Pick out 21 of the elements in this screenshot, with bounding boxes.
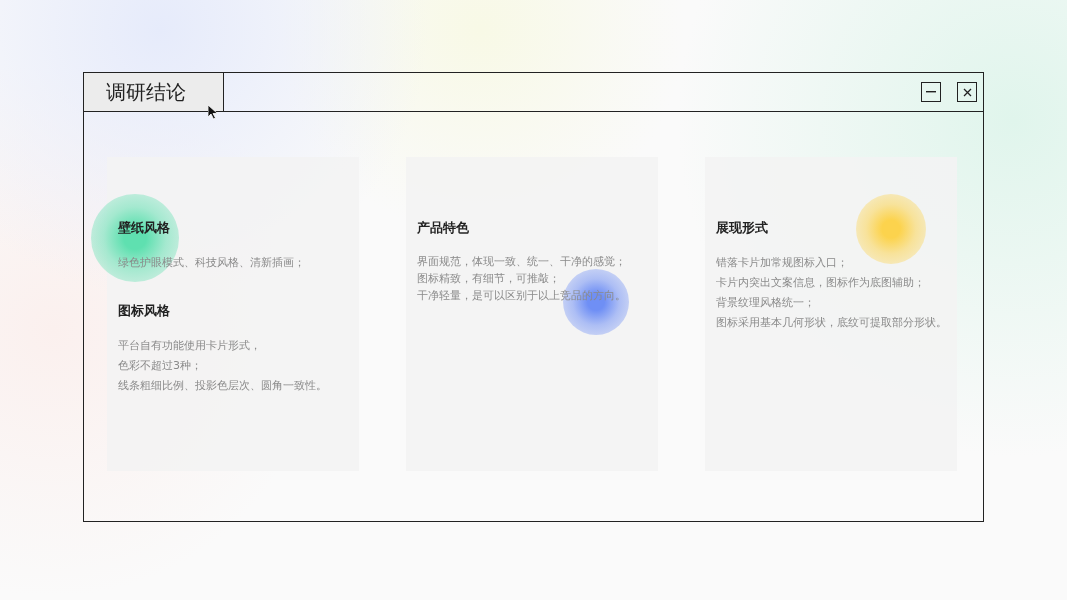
section-heading: 壁纸风格 (118, 220, 171, 236)
body-text: 线条粗细比例、投影色层次、圆角一致性。 (118, 378, 328, 394)
body-text: 绿色护眼模式、科技风格、清新插画； (118, 255, 306, 271)
body-text: 图标采用基本几何形状，底纹可提取部分形状。 (716, 315, 948, 331)
window-title: 调研结论 (84, 73, 224, 111)
minimize-icon (926, 91, 936, 93)
body-text: 背景纹理风格统一； (716, 295, 816, 311)
section-heading: 产品特色 (417, 220, 470, 236)
body-text: 卡片内突出文案信息，图标作为底图辅助； (716, 275, 926, 291)
cursor-icon (208, 105, 219, 120)
section-heading: 图标风格 (118, 303, 171, 319)
body-text: 界面规范，体现一致、统一、干净的感觉； (417, 254, 627, 270)
body-text: 错落卡片加常规图标入口； (716, 255, 849, 271)
body-text: 平台自有功能使用卡片形式， (118, 338, 262, 354)
body-text: 图标精致，有细节，可推敲； (417, 271, 561, 287)
section-heading: 展现形式 (716, 220, 769, 236)
body-text: 色彩不超过3种； (118, 358, 203, 374)
minimize-button[interactable] (921, 82, 941, 102)
body-text: 干净轻量，是可以区别于以上竞品的方向。 (417, 288, 627, 304)
close-icon (962, 87, 972, 97)
close-button[interactable] (957, 82, 977, 102)
